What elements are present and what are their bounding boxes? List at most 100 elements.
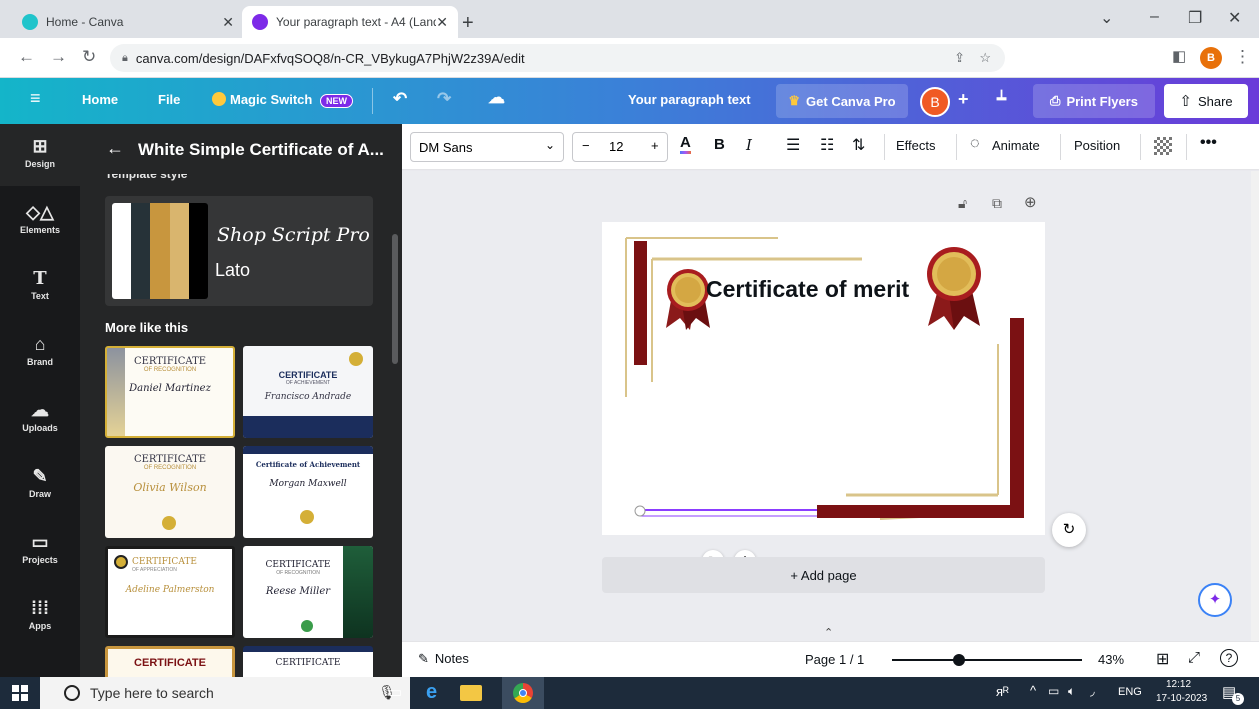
template-thumbnail[interactable]: CERTIFICATE OF RECOGNITION Daniel Martin… xyxy=(105,346,235,438)
canvas-scrollbar[interactable] xyxy=(1251,171,1259,641)
new-tab-button[interactable]: + xyxy=(462,12,474,35)
maximize-button[interactable]: ❐ xyxy=(1188,8,1202,28)
close-tab-icon[interactable]: ✕ xyxy=(222,14,234,31)
animate-icon[interactable]: ◌ xyxy=(970,135,980,153)
rail-item-elements[interactable]: ◇△ Elements xyxy=(0,190,80,252)
rail-item-text[interactable]: T Text xyxy=(0,256,80,318)
windows-start-icon[interactable] xyxy=(12,685,28,701)
zoom-level[interactable]: 43% xyxy=(1098,652,1124,667)
lock-icon[interactable]: 🔓︎ xyxy=(958,195,967,212)
duplicate-page-icon[interactable]: ⧉ xyxy=(992,195,1002,212)
task-view-icon[interactable]: ▭ xyxy=(388,683,402,701)
share-page-icon[interactable]: ⇪ xyxy=(954,50,965,66)
undo-icon[interactable]: ↶ xyxy=(393,89,407,109)
transparency-icon[interactable] xyxy=(1154,137,1172,155)
battery-icon[interactable]: ▭ xyxy=(1048,684,1059,698)
increase-size-button[interactable]: + xyxy=(651,138,659,153)
canvas-scroll-up-icon[interactable]: ⌃ xyxy=(824,626,833,639)
list-icon[interactable]: ☷ xyxy=(820,135,834,155)
user-avatar[interactable]: B xyxy=(920,87,950,117)
url-field[interactable]: 🔒︎ canva.com/design/DAFxfvqSOQ8/n-CR_VBy… xyxy=(110,44,1005,72)
rail-item-apps[interactable]: ⁞⁞⁞ Apps xyxy=(0,586,80,648)
tab-design[interactable]: Your paragraph text - A4 (Landsc ✕ xyxy=(242,6,458,38)
file-explorer-icon[interactable] xyxy=(460,685,482,701)
magic-assistant-icon[interactable]: ✦ xyxy=(1198,583,1232,617)
spacing-icon[interactable]: ⇅ xyxy=(852,135,865,155)
rail-item-brand[interactable]: ⌂ Brand xyxy=(0,322,80,384)
input-language[interactable]: ENG xyxy=(1118,686,1142,698)
close-window-button[interactable]: ✕ xyxy=(1228,8,1241,28)
minimize-button[interactable]: – xyxy=(1150,8,1159,26)
panel-scrollbar[interactable] xyxy=(392,234,398,364)
font-size-value[interactable]: 12 xyxy=(609,139,623,154)
template-thumbnail[interactable]: Certificate of Achievement Morgan Maxwel… xyxy=(243,446,373,538)
edge-browser-icon[interactable]: e xyxy=(426,681,437,704)
help-icon[interactable]: ? xyxy=(1220,649,1238,667)
clock-time[interactable]: 12:12 xyxy=(1166,679,1191,690)
taskbar-search-field[interactable]: Type here to search 🎙︎ xyxy=(40,677,410,709)
template-thumbnail[interactable]: CERTIFICATE OF ACHIEVEMENT Francisco And… xyxy=(243,346,373,438)
template-thumbnail[interactable]: CERTIFICATE OF RECOGNITION Reese Miller xyxy=(243,546,373,638)
decrease-size-button[interactable]: − xyxy=(582,138,590,153)
chrome-menu-icon[interactable]: ⋮ xyxy=(1234,47,1251,67)
template-thumbnail[interactable]: CERTIFICATE xyxy=(105,646,235,677)
people-icon[interactable]: ᴙᴿ xyxy=(996,684,1009,699)
redo-icon[interactable]: ↷ xyxy=(437,89,451,109)
align-center-icon[interactable]: ☰ xyxy=(786,135,800,155)
back-arrow-icon[interactable]: ← xyxy=(106,138,124,159)
italic-icon[interactable]: I xyxy=(746,136,752,154)
tab-home-canva[interactable]: Home - Canva ✕ xyxy=(12,6,244,38)
document-title[interactable]: Your paragraph text xyxy=(628,92,751,107)
add-page-button[interactable]: + Add page xyxy=(602,557,1045,593)
magic-switch-button[interactable]: Magic Switch NEW xyxy=(212,92,353,108)
grid-view-icon[interactable]: ⊞ xyxy=(1156,649,1169,669)
design-page[interactable]: Certificate of merit xyxy=(602,222,1045,535)
clock-date[interactable]: 17-10-2023 xyxy=(1156,693,1207,704)
animate-button[interactable]: Animate xyxy=(992,138,1040,153)
font-family-select[interactable]: DM Sans ⌄ xyxy=(410,132,564,162)
certificate-title-text[interactable]: Certificate of merit xyxy=(706,276,909,303)
file-menu[interactable]: File xyxy=(158,92,180,107)
position-button[interactable]: Position xyxy=(1074,138,1120,153)
tray-chevron-icon[interactable]: ^ xyxy=(1030,683,1036,698)
get-canva-pro-button[interactable]: ♛ Get Canva Pro xyxy=(776,84,908,118)
insights-chart-icon[interactable]: ┷ xyxy=(997,90,1006,108)
side-panel-icon[interactable]: ◧ xyxy=(1172,47,1186,65)
font-size-stepper[interactable]: − 12 + xyxy=(572,132,668,162)
share-button[interactable]: ⇧ Share xyxy=(1164,84,1248,118)
page-indicator[interactable]: Page 1 / 1 xyxy=(805,652,864,667)
rail-item-draw[interactable]: ✎ Draw xyxy=(0,454,80,516)
zoom-slider-thumb[interactable] xyxy=(953,654,965,666)
volume-icon[interactable]: 🔈︎ xyxy=(1068,684,1075,699)
template-style-card[interactable]: Shop Script Pro Lato xyxy=(105,196,373,306)
template-thumbnail[interactable]: CERTIFICATE xyxy=(243,646,373,677)
zoom-slider[interactable] xyxy=(892,654,1082,666)
add-page-icon[interactable]: ⊕ xyxy=(1024,193,1037,211)
chrome-taskbar-icon[interactable] xyxy=(502,677,544,709)
rail-item-projects[interactable]: ▭ Projects xyxy=(0,520,80,582)
more-options-icon[interactable]: ••• xyxy=(1200,134,1217,152)
home-menu[interactable]: Home xyxy=(82,92,118,107)
close-tab-icon[interactable]: ✕ xyxy=(436,14,448,31)
print-flyers-button[interactable]: ⎙ Print Flyers xyxy=(1033,84,1155,118)
rail-item-design[interactable]: ⊞ Design xyxy=(0,124,80,186)
template-thumbnail[interactable]: CERTIFICATE OF RECOGNITION Olivia Wilson xyxy=(105,446,235,538)
hamburger-menu-icon[interactable]: ≡ xyxy=(30,88,41,109)
wifi-icon[interactable]: ◞ xyxy=(1090,684,1095,698)
effects-button[interactable]: Effects xyxy=(896,138,936,153)
bookmark-star-icon[interactable]: ☆ xyxy=(979,50,991,66)
refresh-comment-button[interactable]: ↻ xyxy=(1052,513,1086,547)
profile-avatar[interactable]: B xyxy=(1200,47,1222,69)
text-color-icon[interactable]: A xyxy=(680,134,691,154)
back-arrow-icon[interactable]: ← xyxy=(18,47,35,67)
reload-icon[interactable]: ↻ xyxy=(82,47,96,67)
template-thumbnail[interactable]: CERTIFICATE OF APPRECIATION Adeline Palm… xyxy=(105,546,235,638)
invite-plus-icon[interactable]: + xyxy=(958,89,969,110)
bold-icon[interactable]: B xyxy=(714,136,725,153)
forward-arrow-icon[interactable]: → xyxy=(50,47,67,67)
cloud-saved-icon[interactable]: ☁︎ xyxy=(488,88,505,108)
tab-search-chevron-icon[interactable]: ⌄ xyxy=(1100,8,1113,28)
fullscreen-icon[interactable]: ⤢ xyxy=(1188,649,1200,666)
notes-button[interactable]: ✎ Notes xyxy=(418,651,469,667)
rail-item-uploads[interactable]: ☁︎ Uploads xyxy=(0,388,80,450)
